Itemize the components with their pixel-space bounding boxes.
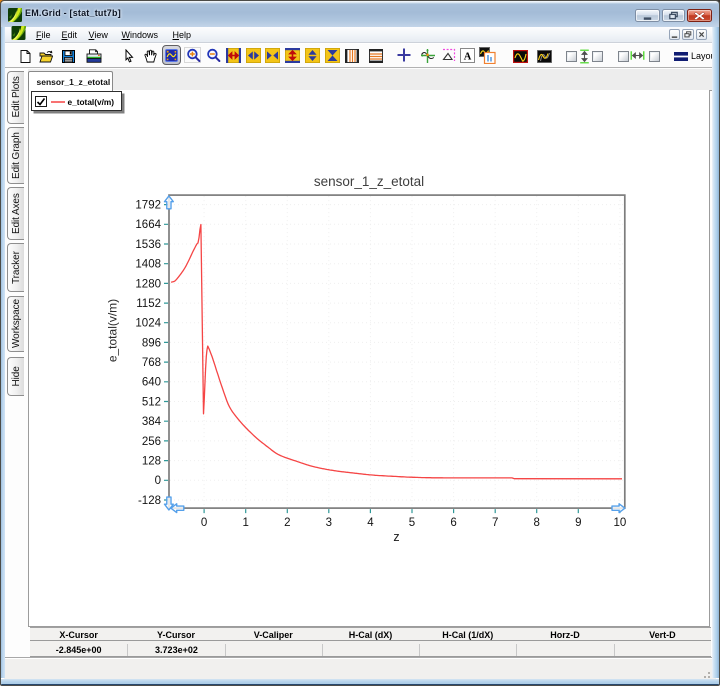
svg-text:sensor_1_z_etotal: sensor_1_z_etotal xyxy=(314,174,424,189)
svg-text:0: 0 xyxy=(201,516,207,528)
svg-text:8: 8 xyxy=(533,516,539,528)
svg-text:-128: -128 xyxy=(138,494,161,506)
svg-text:9: 9 xyxy=(575,516,581,528)
svg-text:896: 896 xyxy=(142,337,161,349)
svg-text:384: 384 xyxy=(142,416,162,428)
svg-text:10: 10 xyxy=(614,516,627,528)
svg-text:1408: 1408 xyxy=(135,258,161,270)
svg-text:e_total(v/m): e_total(v/m) xyxy=(106,298,120,361)
svg-text:768: 768 xyxy=(142,357,161,369)
svg-text:1792: 1792 xyxy=(135,199,161,211)
svg-text:1280: 1280 xyxy=(135,278,161,290)
svg-text:512: 512 xyxy=(142,396,161,408)
svg-text:6: 6 xyxy=(450,516,456,528)
svg-text:0: 0 xyxy=(155,475,161,487)
svg-text:A: A xyxy=(464,51,472,62)
svg-text:3: 3 xyxy=(326,516,332,528)
svg-text:640: 640 xyxy=(142,376,161,388)
svg-text:2: 2 xyxy=(284,516,290,528)
svg-text:7: 7 xyxy=(492,516,498,528)
svg-text:1024: 1024 xyxy=(135,317,161,329)
svg-text:1536: 1536 xyxy=(135,238,161,250)
svg-text:1152: 1152 xyxy=(136,297,161,309)
svg-text:z: z xyxy=(393,530,399,544)
svg-text:128: 128 xyxy=(142,455,161,467)
svg-text:1664: 1664 xyxy=(135,219,161,231)
svg-text:256: 256 xyxy=(142,435,161,447)
svg-text:4: 4 xyxy=(367,516,374,528)
svg-text:5: 5 xyxy=(409,516,415,528)
svg-text:1: 1 xyxy=(242,516,248,528)
